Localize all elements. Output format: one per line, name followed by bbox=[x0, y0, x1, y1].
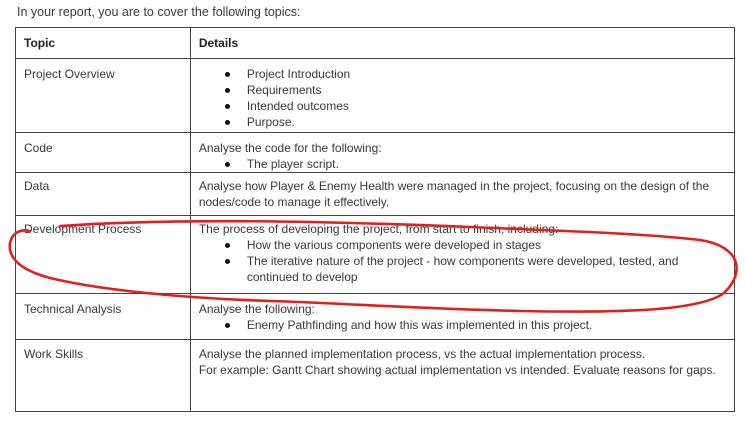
details-text: For example: Gantt Chart showing actual … bbox=[198, 363, 716, 377]
details-cell: Analyse the planned implementation proce… bbox=[189, 339, 736, 412]
details-text: Analyse the planned implementation proce… bbox=[198, 347, 646, 361]
table-row-data: Data Analyse how Player & Enemy Health w… bbox=[15, 172, 736, 216]
bullet-item: Intended outcomes bbox=[224, 98, 726, 114]
topic-cell: Development Process bbox=[15, 215, 191, 294]
table-row-project-overview: Project Overview Project Introduction Re… bbox=[15, 58, 736, 133]
table-row-work-skills: Work Skills Analyse the planned implemen… bbox=[15, 339, 736, 412]
header-details: Details bbox=[189, 27, 736, 59]
bullet-icon bbox=[224, 162, 230, 167]
bullet-list: The player script. bbox=[199, 156, 726, 172]
topics-table: Topic Details Project Overview Project I… bbox=[15, 27, 736, 412]
details-cell: Analyse how Player & Enemy Health were m… bbox=[189, 172, 736, 216]
topic-cell: Data bbox=[15, 172, 191, 216]
table-row-development-process: Development Process The process of devel… bbox=[15, 215, 736, 294]
details-text: The process of developing the project, f… bbox=[198, 222, 559, 236]
table-row-technical-analysis: Technical Analysis Analyse the following… bbox=[15, 293, 736, 340]
bullet-icon bbox=[224, 72, 230, 77]
bullet-list: Project Introduction Requirements Intend… bbox=[199, 66, 726, 130]
details-text: Analyse how Player & Enemy Health were m… bbox=[198, 179, 710, 209]
bullet-item: Enemy Pathfinding and how this was imple… bbox=[224, 317, 726, 333]
bullet-icon bbox=[224, 88, 230, 93]
bullet-icon bbox=[224, 259, 230, 264]
bullet-list: How the various components were develope… bbox=[199, 237, 726, 285]
table-row-code: Code Analyse the code for the following:… bbox=[15, 132, 736, 173]
bullet-item: Requirements bbox=[224, 82, 726, 98]
header-topic: Topic bbox=[15, 27, 191, 59]
bullet-icon bbox=[224, 323, 230, 328]
table-header-row: Topic Details bbox=[15, 27, 736, 59]
bullet-item: Purpose. bbox=[224, 114, 726, 130]
intro-text: In your report, you are to cover the fol… bbox=[17, 5, 301, 19]
topic-cell: Technical Analysis bbox=[15, 293, 191, 340]
details-cell: Analyse the code for the following: The … bbox=[189, 132, 736, 173]
topic-cell: Code bbox=[15, 132, 191, 173]
details-cell: The process of developing the project, f… bbox=[189, 215, 736, 294]
bullet-item: Project Introduction bbox=[224, 66, 726, 82]
details-text: Analyse the code for the following: bbox=[198, 141, 382, 155]
bullet-icon bbox=[224, 120, 230, 125]
bullet-list: Enemy Pathfinding and how this was imple… bbox=[199, 317, 726, 333]
bullet-icon bbox=[224, 104, 230, 109]
bullet-item: The iterative nature of the project - ho… bbox=[224, 253, 726, 285]
bullet-item: The player script. bbox=[224, 156, 726, 172]
topic-cell: Work Skills bbox=[15, 339, 191, 412]
topic-cell: Project Overview bbox=[15, 58, 191, 133]
details-cell: Project Introduction Requirements Intend… bbox=[189, 58, 736, 133]
bullet-item: How the various components were develope… bbox=[224, 237, 726, 253]
bullet-icon bbox=[224, 243, 230, 248]
details-cell: Analyse the following: Enemy Pathfinding… bbox=[189, 293, 736, 340]
details-text: Analyse the following: bbox=[198, 302, 315, 316]
